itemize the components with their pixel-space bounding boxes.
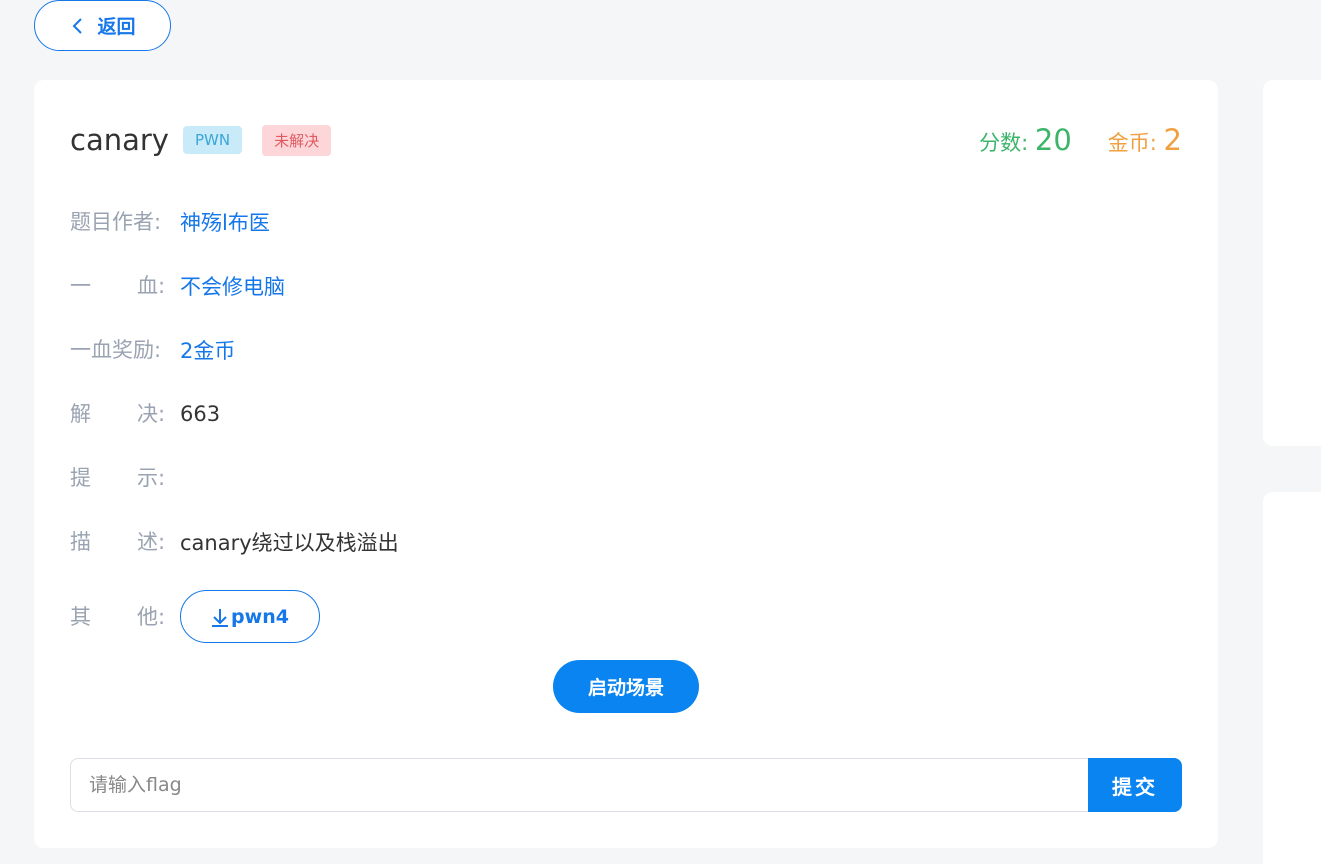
first-blood-user-link[interactable]: 不会修电脑 (180, 271, 285, 301)
back-button-label: 返回 (97, 16, 136, 38)
side-card-top (1263, 80, 1321, 446)
hint-label: 提 示: (70, 462, 180, 494)
download-icon (211, 606, 229, 628)
first-blood-row: 一 血: 不会修电脑 (70, 254, 1182, 318)
author-label-wrap: 题目作者: (70, 206, 180, 238)
solves-label-a: 解 (70, 402, 91, 426)
author-row: 题目作者: 神殇l布医 (70, 190, 1182, 254)
flag-input[interactable] (70, 758, 1088, 812)
page: 返回 canary PWN 未解决 分数: 20 金币: 2 题目作者: 神殇l… (0, 0, 1321, 864)
description-label-b: 述: (137, 530, 166, 554)
launch-scene-button[interactable]: 启动场景 (553, 660, 699, 713)
title-row: canary PWN 未解决 分数: 20 金币: 2 (70, 118, 1182, 162)
first-blood-reward-row: 一血奖励: 2金币 (70, 318, 1182, 382)
first-blood-label: 一 血: (70, 270, 180, 302)
first-blood-label-a: 一 (70, 274, 91, 298)
solves-value: 663 (180, 402, 221, 426)
description-label-a: 描 (70, 530, 91, 554)
status-badge: 未解决 (262, 124, 332, 156)
other-label: 其 他: (70, 601, 180, 633)
submit-flag-button[interactable]: 提交 (1088, 758, 1182, 812)
download-attachment-button[interactable]: pwn4 (180, 590, 320, 643)
hint-label-b: 示: (137, 466, 166, 490)
coin: 金币: 2 (1108, 123, 1182, 157)
solves-label-b: 决: (137, 402, 166, 426)
other-label-a: 其 (70, 604, 91, 629)
coin-value: 2 (1163, 123, 1182, 157)
solves-row: 解 决: 663 (70, 382, 1182, 446)
solves-label: 解 决: (70, 398, 180, 430)
challenge-card: canary PWN 未解决 分数: 20 金币: 2 题目作者: 神殇l布医 (34, 80, 1218, 848)
chevron-left-icon (69, 17, 87, 35)
description-value: canary绕过以及栈溢出 (180, 531, 399, 555)
author-link[interactable]: 神殇l布医 (180, 207, 270, 237)
coin-label: 金币: (1107, 131, 1157, 155)
description-label: 描 述: (70, 526, 180, 558)
flag-submit-row: 提交 (70, 758, 1182, 812)
first-blood-label-b: 血: (137, 274, 166, 298)
stats: 分数: 20 金币: 2 (979, 123, 1182, 157)
score-value: 20 (1034, 123, 1072, 157)
challenge-title: canary (70, 123, 169, 157)
description-row: 描 述: canary绕过以及栈溢出 (70, 510, 1182, 574)
category-badge: PWN (182, 126, 243, 154)
other-label-b: 他: (137, 604, 166, 629)
author-label: 题目作者: (70, 210, 162, 234)
download-label: pwn4 (231, 605, 289, 628)
first-blood-reward-value: 2金币 (180, 339, 236, 363)
info-rows: 题目作者: 神殇l布医 一 血: 不会修电脑 一血奖励: 2金币 解 决: 66… (70, 190, 1182, 659)
score-label: 分数: (979, 131, 1029, 155)
score: 分数: 20 (979, 123, 1072, 157)
side-card-bottom (1263, 492, 1321, 864)
hint-label-a: 提 (70, 466, 91, 490)
first-blood-reward-label-wrap: 一血奖励: (70, 334, 180, 366)
first-blood-reward-label: 一血奖励: (70, 338, 162, 362)
hint-row: 提 示: (70, 446, 1182, 510)
back-button[interactable]: 返回 (34, 0, 171, 51)
other-row: 其 他: pwn4 (70, 574, 1182, 659)
